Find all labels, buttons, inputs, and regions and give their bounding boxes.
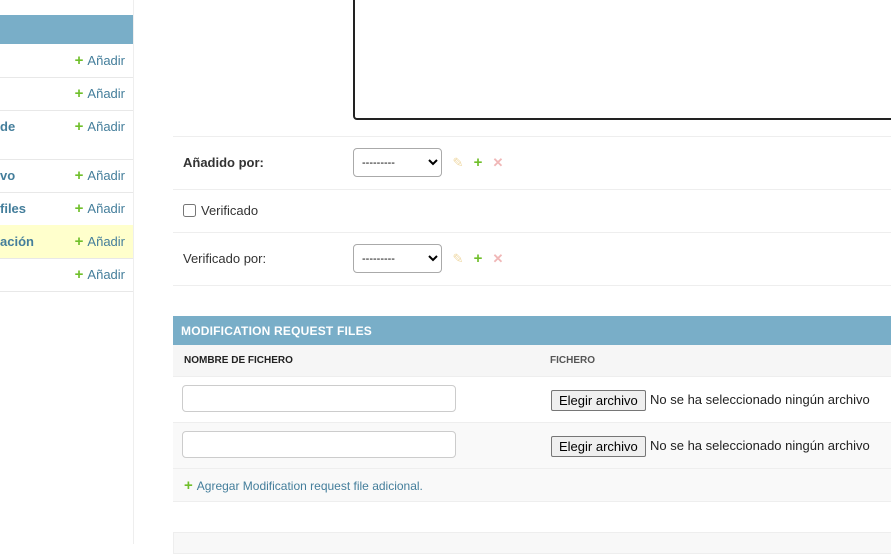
plus-icon: + [74, 200, 84, 217]
add-another-row: + Agregar Modification request file adici… [173, 469, 891, 502]
added-by-select[interactable]: --------- [353, 148, 442, 177]
related-widget-actions: ✎ + ✕ [451, 154, 511, 171]
added-by-label: Añadido por: [183, 155, 264, 170]
inline-group-header: MODIFICATION REQUEST FILES [173, 316, 891, 345]
plus-icon: + [74, 266, 84, 283]
choose-file-button[interactable]: Elegir archivo [551, 436, 646, 457]
add-link[interactable]: + Añadir [75, 167, 125, 184]
inline-group-title: MODIFICATION REQUEST FILES [181, 324, 372, 338]
plus-icon: + [184, 477, 193, 494]
table-row: Elegir archivo No se ha seleccionado nin… [173, 423, 891, 469]
verified-checkbox[interactable] [183, 204, 196, 217]
sidebar-item-label[interactable]: files [0, 201, 26, 216]
column-header-filename: NOMBRE DE FICHERO [184, 355, 293, 366]
add-link[interactable]: + Añadir [75, 233, 125, 250]
form-row-added-by: Añadido por: --------- ✎ + ✕ [173, 137, 891, 190]
plus-icon: + [74, 52, 84, 69]
add-link[interactable]: + Añadir [75, 200, 125, 217]
filename-input[interactable] [182, 385, 456, 412]
inline-column-headers: NOMBRE DE FICHERO FICHERO [173, 345, 891, 377]
sidebar-item-label[interactable]: ación [0, 234, 34, 249]
delete-icon[interactable]: ✕ [491, 251, 505, 267]
pencil-icon[interactable]: ✎ [451, 155, 465, 171]
plus-icon[interactable]: + [471, 154, 485, 171]
add-link[interactable]: + Añadir [75, 85, 125, 102]
pencil-icon[interactable]: ✎ [451, 251, 465, 267]
add-another-link[interactable]: + Agregar Modification request file adici… [184, 477, 423, 494]
plus-icon: + [74, 167, 84, 184]
next-fieldset [173, 532, 891, 554]
form-row-verified: Verificado [173, 190, 891, 233]
add-link[interactable]: + Añadir [75, 118, 125, 135]
verified-label[interactable]: Verificado [201, 203, 258, 218]
plus-icon: + [74, 233, 84, 250]
sidebar-item-label[interactable]: vo [0, 168, 15, 183]
sidebar-header [0, 15, 133, 44]
sidebar: + Añadir + Añadir de + Añadir vo + Añadir fi… [0, 0, 134, 544]
add-link[interactable]: + Añadir [75, 52, 125, 69]
choose-file-button[interactable]: Elegir archivo [551, 390, 646, 411]
filename-input[interactable] [182, 431, 456, 458]
add-link[interactable]: + Añadir [75, 266, 125, 283]
form-row-textarea [173, 0, 891, 137]
related-widget-actions: ✎ + ✕ [451, 250, 511, 267]
file-status: No se ha seleccionado ningún archivo [650, 438, 870, 453]
sidebar-item[interactable]: vo + Añadir [0, 159, 133, 193]
sidebar-item[interactable]: + Añadir [0, 77, 133, 111]
verified-by-select[interactable]: --------- [353, 244, 442, 273]
sidebar-item[interactable]: + Añadir [0, 44, 133, 78]
sidebar-item[interactable]: + Añadir [0, 258, 133, 292]
plus-icon: + [74, 118, 84, 135]
table-row: Elegir archivo No se ha seleccionado nin… [173, 377, 891, 423]
file-status: No se ha seleccionado ningún archivo [650, 392, 870, 407]
sidebar-item-label[interactable]: de [0, 119, 15, 134]
verified-by-label: Verificado por: [183, 251, 267, 266]
plus-icon: + [74, 85, 84, 102]
sidebar-item[interactable]: de + Añadir [0, 110, 133, 160]
form-row-verified-by: Verificado por: --------- ✎ + ✕ [173, 233, 891, 286]
sidebar-item-active[interactable]: ación + Añadir [0, 225, 133, 259]
column-header-file: FICHERO [550, 355, 595, 366]
sidebar-item[interactable]: files + Añadir [0, 192, 133, 226]
delete-icon[interactable]: ✕ [491, 155, 505, 171]
plus-icon[interactable]: + [471, 250, 485, 267]
